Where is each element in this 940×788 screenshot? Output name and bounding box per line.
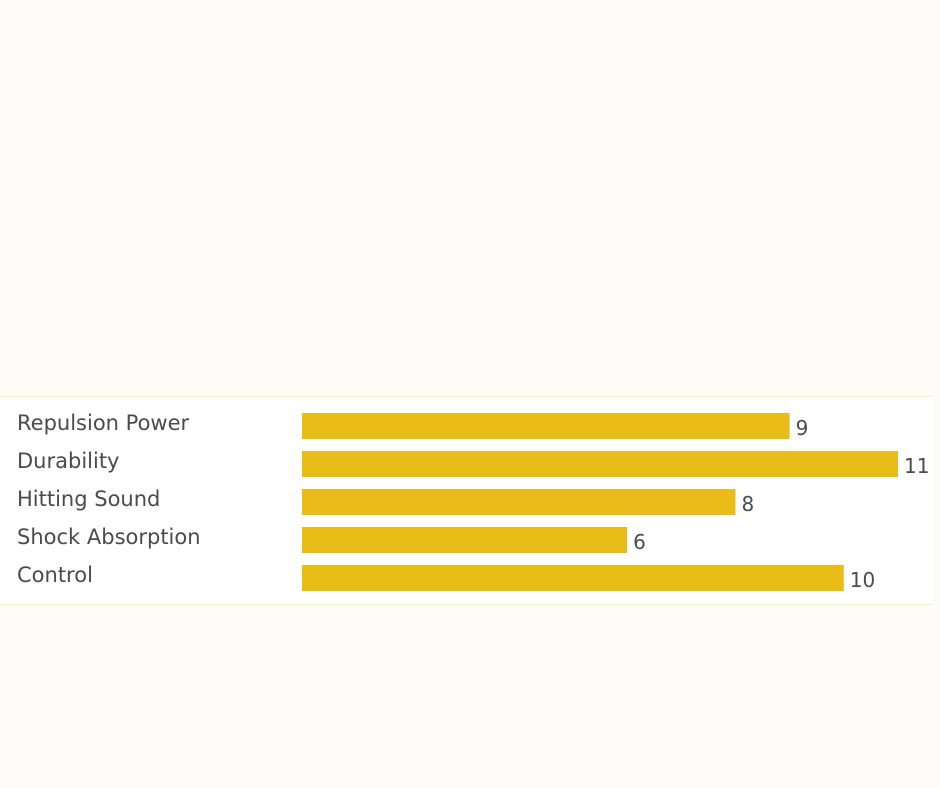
bar — [302, 565, 844, 591]
category-label: Hitting Sound — [17, 487, 160, 511]
category-label: Durability — [17, 449, 119, 473]
value-label: 8 — [742, 492, 755, 516]
category-label: Shock Absorption — [17, 525, 201, 549]
bar — [302, 527, 628, 553]
bar — [302, 489, 736, 515]
chart-panel: Repulsion Power 9 Durability 11 Hitting Soun… — [0, 396, 933, 605]
category-label: Repulsion Power — [17, 411, 190, 435]
bar-chart: Repulsion Power 9 Durability 11 Hitting Soun… — [17, 411, 929, 592]
value-label: 11 — [904, 454, 929, 478]
bar — [302, 451, 898, 477]
value-label: 10 — [850, 568, 875, 592]
category-label: Control — [17, 563, 93, 587]
value-label: 9 — [796, 416, 809, 440]
value-label: 6 — [633, 530, 646, 554]
bar — [302, 413, 790, 439]
